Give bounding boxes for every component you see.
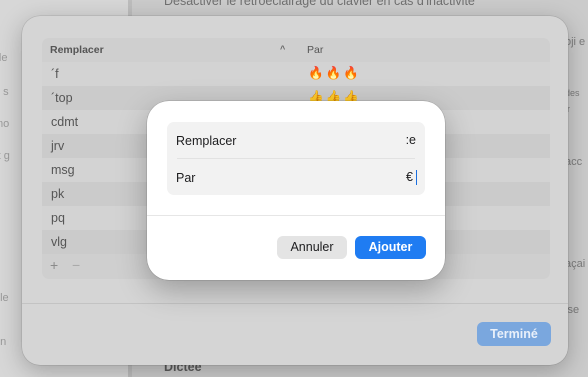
replace-cell: cdmt (51, 115, 79, 129)
replace-cell: ´f (51, 67, 59, 81)
column-header-replace[interactable]: Remplacer (50, 44, 104, 56)
text-caret (415, 170, 417, 185)
with-field-row: Par (167, 159, 425, 195)
sidebar-fragment: ple (0, 292, 9, 304)
backlight-setting-label: Désactiver le rétroéclairage du clavier … (164, 0, 475, 8)
sheet-divider (22, 303, 568, 304)
replace-cell: ´top (51, 91, 73, 105)
sidebar-fragment: en (0, 336, 7, 348)
add-button[interactable]: Ajouter (355, 236, 426, 259)
replace-cell: vlg (51, 235, 67, 249)
chevron-up-icon[interactable]: ^ (280, 44, 285, 54)
with-input[interactable] (263, 167, 413, 187)
replace-cell: msg (51, 163, 75, 177)
sidebar-fragment: mo (0, 118, 10, 130)
add-replacement-dialog: Remplacer Par Annuler Ajouter (147, 101, 445, 280)
table-header: Remplacer ^ Par (42, 38, 550, 63)
with-field-label: Par (176, 171, 196, 185)
table-row[interactable]: ´f 🔥🔥🔥 (42, 62, 550, 86)
right-fragment: oji e (565, 36, 586, 48)
replace-field-row: Remplacer (167, 122, 425, 158)
column-header-with[interactable]: Par (307, 44, 323, 56)
sidebar-fragment: ille (0, 52, 8, 64)
add-replacement-button[interactable]: + (50, 257, 58, 273)
sidebar-fragment: rt g (0, 150, 10, 162)
replace-cell: jrv (51, 139, 65, 153)
right-fragment: açai (565, 258, 586, 270)
with-cell: 🔥🔥🔥 (308, 66, 361, 80)
cancel-button[interactable]: Annuler (277, 236, 347, 259)
replace-cell: pk (51, 187, 65, 201)
replacement-form: Remplacer Par (167, 122, 425, 195)
replace-cell: pq (51, 211, 65, 225)
done-button[interactable]: Terminé (477, 322, 551, 346)
remove-replacement-button[interactable]: − (72, 257, 80, 273)
dialog-divider (147, 215, 445, 216)
replace-input[interactable] (266, 130, 416, 150)
replace-field-label: Remplacer (176, 134, 237, 148)
sidebar-fragment: é s (0, 86, 9, 98)
